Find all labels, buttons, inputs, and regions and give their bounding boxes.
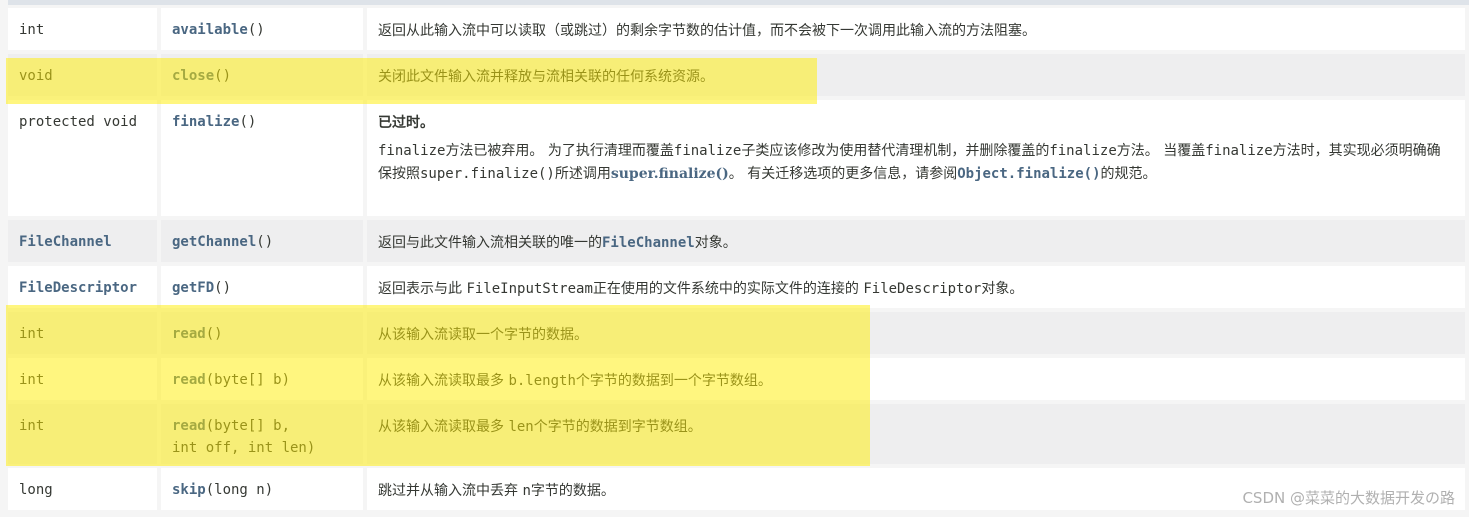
table-row: int read(byte[] b, int off, int len) 从该输入… [8, 404, 1465, 464]
type-link[interactable]: FileChannel [602, 235, 695, 251]
method-signature: getChannel() [161, 220, 363, 262]
method-signature: finalize() [161, 100, 363, 216]
method-link[interactable]: getChannel [172, 234, 256, 250]
return-type: int [8, 358, 157, 400]
return-type: long [8, 468, 157, 510]
return-type: protected void [8, 100, 157, 216]
method-signature: getFD() [161, 266, 363, 308]
deprecated-label: 已过时。 [378, 115, 434, 131]
method-link[interactable]: close [172, 68, 214, 84]
method-link[interactable]: finalize [172, 114, 239, 130]
method-link[interactable]: skip [172, 482, 206, 498]
method-description: 从该输入流读取一个字节的数据。 [367, 312, 1465, 354]
method-summary-table: int available() 返回从此输入流中可以读取（或跳过）的剩余字节数的… [4, 4, 1469, 514]
return-type: int [8, 8, 157, 50]
type-link[interactable]: FileChannel [19, 234, 112, 250]
table-row: int read(byte[] b) 从该输入流读取最多 b.length个字节… [8, 358, 1465, 400]
table-row: protected void finalize() 已过时。 finalize方… [8, 100, 1465, 216]
type-link[interactable]: FileDescriptor [19, 280, 137, 296]
method-description: 返回与此文件输入流相关联的唯一的FileChannel对象。 [367, 220, 1465, 262]
deprecation-text: finalize方法已被弃用。 为了执行清理而覆盖finalize子类应该修改为… [378, 143, 1441, 182]
method-description: 关闭此文件输入流并释放与流相关联的任何系统资源。 [367, 54, 1465, 96]
method-link[interactable]: read [172, 372, 206, 388]
table-row: FileChannel getChannel() 返回与此文件输入流相关联的唯一… [8, 220, 1465, 262]
method-description: 已过时。 finalize方法已被弃用。 为了执行清理而覆盖finalize子类… [367, 100, 1465, 216]
method-link[interactable]: read [172, 418, 206, 434]
table-row: void close() 关闭此文件输入流并释放与流相关联的任何系统资源。 [8, 54, 1465, 96]
super-finalize-link[interactable]: super.finalize() [611, 166, 729, 182]
method-link[interactable]: read [172, 326, 206, 342]
method-signature: skip(long n) [161, 468, 363, 510]
object-finalize-link[interactable]: Object.finalize() [957, 166, 1100, 182]
method-signature: close() [161, 54, 363, 96]
method-description: 从该输入流读取最多 b.length个字节的数据到一个字节数组。 [367, 358, 1465, 400]
table-row: int available() 返回从此输入流中可以读取（或跳过）的剩余字节数的… [8, 8, 1465, 50]
method-description: 返回从此输入流中可以读取（或跳过）的剩余字节数的估计值，而不会被下一次调用此输入… [367, 8, 1465, 50]
return-type: void [8, 54, 157, 96]
method-signature: read(byte[] b) [161, 358, 363, 400]
return-type: FileDescriptor [8, 266, 157, 308]
table-row: int read() 从该输入流读取一个字节的数据。 [8, 312, 1465, 354]
method-signature: available() [161, 8, 363, 50]
method-link[interactable]: getFD [172, 280, 214, 296]
method-link[interactable]: available [172, 22, 248, 38]
method-description: 从该输入流读取最多 len个字节的数据到字节数组。 [367, 404, 1465, 464]
return-type: int [8, 312, 157, 354]
method-description: 返回表示与此 FileInputStream正在使用的文件系统中的实际文件的连接… [367, 266, 1465, 308]
method-signature: read() [161, 312, 363, 354]
return-type: FileChannel [8, 220, 157, 262]
return-type: int [8, 404, 157, 464]
method-signature: read(byte[] b, int off, int len) [161, 404, 363, 464]
table-row: FileDescriptor getFD() 返回表示与此 FileInputS… [8, 266, 1465, 308]
watermark: CSDN @菜菜的大数据开发の路 [1242, 489, 1455, 507]
